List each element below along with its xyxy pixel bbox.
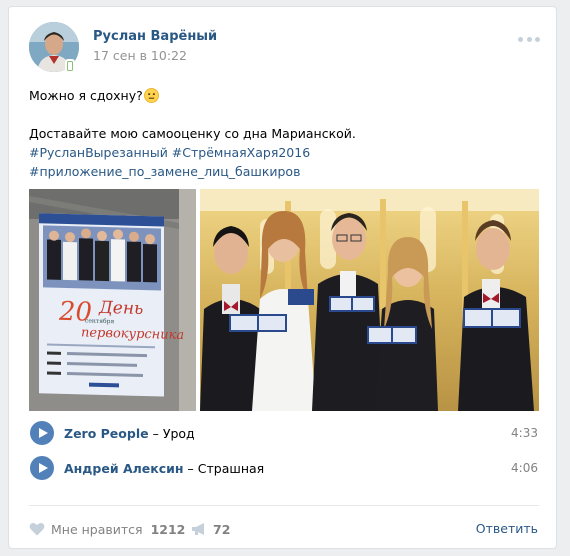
- like-count: 1212: [150, 521, 186, 537]
- megaphone-icon: [192, 523, 204, 535]
- audio-text: Андрей Алексин – Страшная: [64, 461, 264, 476]
- post-date[interactable]: 17 сен в 10:22: [93, 48, 187, 63]
- audio-duration: 4:33: [511, 426, 538, 440]
- hashtag-link[interactable]: #РусланВырезанный #СтрёмнаяХаря2016: [29, 143, 539, 162]
- share-button[interactable]: 72: [191, 519, 230, 539]
- post-card: Руслан Варёный 17 сен в 10:22 Можно я сд…: [8, 6, 557, 549]
- photo-students[interactable]: [200, 189, 539, 411]
- audio-track[interactable]: Zero People – Урод 4:33: [29, 419, 539, 449]
- audio-separator: –: [152, 426, 159, 441]
- post-text-line: Доставайте мою самооценку со дна Марианс…: [29, 126, 356, 141]
- share-count: 72: [213, 521, 231, 537]
- audio-track[interactable]: Андрей Алексин – Страшная 4:06: [29, 454, 539, 484]
- play-button[interactable]: [30, 456, 54, 480]
- hashtag-link[interactable]: #приложение_по_замене_лиц_башкиров: [29, 162, 539, 181]
- online-mobile-icon: [65, 59, 75, 73]
- audio-artist[interactable]: Андрей Алексин: [64, 461, 184, 476]
- neutral-face-emoji-icon: [143, 88, 159, 103]
- post-text-question: Можно я сдохну?: [29, 88, 143, 103]
- footer-divider: [29, 505, 539, 506]
- audio-text: Zero People – Урод: [64, 426, 195, 441]
- author-name[interactable]: Руслан Варёный: [93, 29, 217, 44]
- reply-link[interactable]: Ответить: [476, 521, 538, 536]
- post-text-line: Можно я сдохну?: [29, 86, 539, 105]
- photo-poster[interactable]: 20 День сентября первокурсника: [29, 189, 196, 411]
- heart-icon: [29, 523, 45, 536]
- like-label: Мне нравится: [51, 521, 143, 537]
- poster-subtitle: первокурсника: [81, 325, 184, 343]
- audio-separator: –: [187, 461, 194, 476]
- post-text: Можно я сдохну? Доставайте мою самооценк…: [29, 86, 539, 181]
- more-options-icon[interactable]: [518, 37, 540, 43]
- audio-title: Урод: [162, 426, 195, 441]
- play-button[interactable]: [30, 421, 54, 445]
- poster-script-text: День: [98, 298, 143, 319]
- like-button[interactable]: Мне нравится 1212: [29, 519, 185, 539]
- audio-title: Страшная: [197, 461, 265, 476]
- audio-artist[interactable]: Zero People: [64, 426, 149, 441]
- audio-duration: 4:06: [511, 461, 538, 475]
- poster-month: сентября: [85, 317, 114, 325]
